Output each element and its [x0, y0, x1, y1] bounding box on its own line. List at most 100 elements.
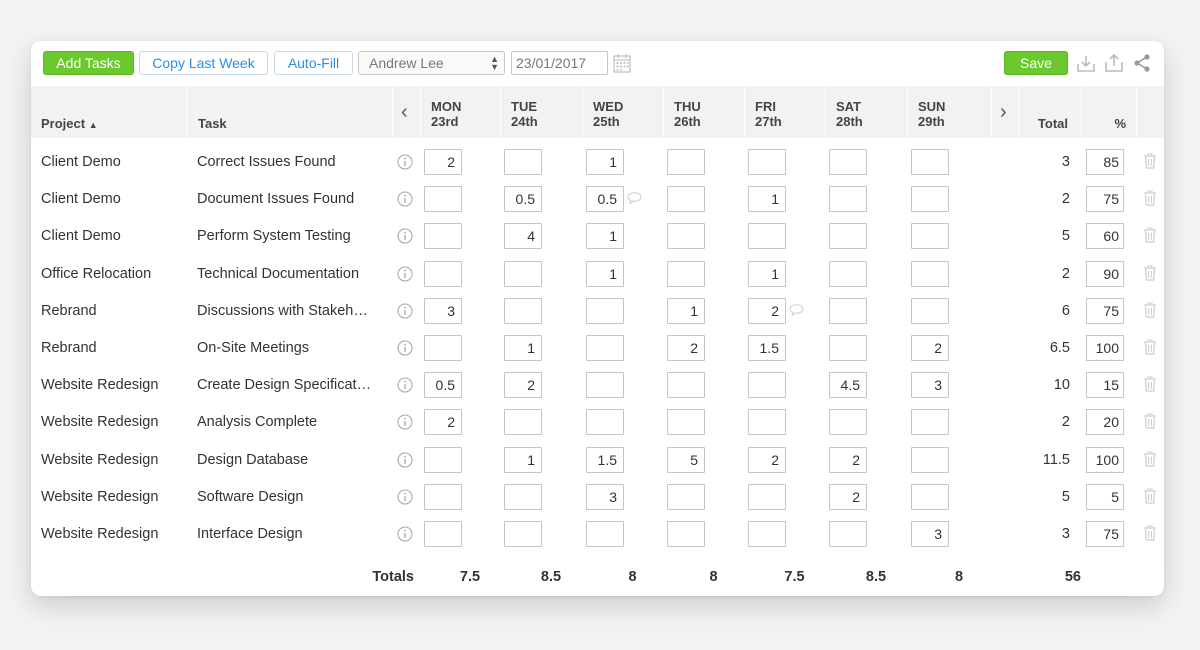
- trash-icon[interactable]: [1143, 190, 1157, 206]
- hours-input-wed[interactable]: [586, 335, 624, 361]
- hours-input-thu[interactable]: [667, 260, 705, 287]
- percent-complete-input[interactable]: 75: [1086, 186, 1124, 213]
- hours-input-sat[interactable]: 4.5: [829, 372, 867, 399]
- add-tasks-button[interactable]: Add Tasks: [43, 51, 134, 75]
- hours-input-sun[interactable]: [911, 446, 949, 473]
- info-icon[interactable]: [397, 414, 413, 430]
- hours-input-mon[interactable]: [424, 260, 462, 287]
- hours-input-wed[interactable]: [586, 409, 624, 436]
- trash-icon[interactable]: [1143, 451, 1157, 467]
- percent-complete-input[interactable]: 15: [1086, 372, 1124, 399]
- hours-input-tue[interactable]: [504, 483, 542, 510]
- hours-input-fri[interactable]: 2: [748, 297, 786, 324]
- info-icon[interactable]: [397, 489, 413, 505]
- hours-input-sat[interactable]: 2: [829, 446, 867, 473]
- hours-input-fri[interactable]: [748, 372, 786, 399]
- hours-input-thu[interactable]: [667, 186, 705, 213]
- hours-input-sat[interactable]: [829, 149, 867, 175]
- percent-complete-input[interactable]: 100: [1086, 335, 1124, 361]
- hours-input-mon[interactable]: 2: [424, 409, 462, 436]
- hours-input-sun[interactable]: [911, 149, 949, 175]
- hours-input-mon[interactable]: [424, 521, 462, 547]
- hours-input-tue[interactable]: 2: [504, 372, 542, 399]
- info-icon[interactable]: [397, 303, 413, 319]
- hours-input-thu[interactable]: [667, 521, 705, 547]
- hours-input-fri[interactable]: 1.5: [748, 335, 786, 361]
- hours-input-sat[interactable]: [829, 297, 867, 324]
- info-icon[interactable]: [397, 154, 413, 170]
- hours-input-wed[interactable]: 1: [586, 260, 624, 287]
- hours-input-thu[interactable]: [667, 483, 705, 510]
- hours-input-mon[interactable]: [424, 446, 462, 473]
- hours-input-wed[interactable]: [586, 521, 624, 547]
- trash-icon[interactable]: [1143, 302, 1157, 318]
- hours-input-fri[interactable]: [748, 149, 786, 175]
- hours-input-sun[interactable]: 2: [911, 335, 949, 361]
- info-icon[interactable]: [397, 191, 413, 207]
- share-icon[interactable]: [1132, 53, 1152, 73]
- hours-input-thu[interactable]: [667, 372, 705, 399]
- hours-input-mon[interactable]: [424, 335, 462, 361]
- hours-input-thu[interactable]: [667, 149, 705, 175]
- info-icon[interactable]: [397, 266, 413, 282]
- hours-input-sun[interactable]: [911, 483, 949, 510]
- employee-select[interactable]: Andrew Lee ▲ ▼: [358, 51, 505, 75]
- hours-input-fri[interactable]: [748, 409, 786, 436]
- hours-input-sun[interactable]: [911, 297, 949, 324]
- hours-input-sat[interactable]: [829, 223, 867, 250]
- hours-input-tue[interactable]: [504, 409, 542, 436]
- hours-input-sat[interactable]: [829, 335, 867, 361]
- hours-input-tue[interactable]: 0.5: [504, 186, 542, 213]
- hours-input-sun[interactable]: [911, 409, 949, 436]
- trash-icon[interactable]: [1143, 153, 1157, 169]
- percent-complete-input[interactable]: 100: [1086, 446, 1124, 473]
- hours-input-tue[interactable]: 1: [504, 335, 542, 361]
- percent-complete-input[interactable]: 5: [1086, 483, 1124, 510]
- hours-input-fri[interactable]: 1: [748, 186, 786, 213]
- hours-input-wed[interactable]: [586, 297, 624, 324]
- hours-input-tue[interactable]: [504, 521, 542, 547]
- percent-complete-input[interactable]: 75: [1086, 521, 1124, 547]
- trash-icon[interactable]: [1143, 525, 1157, 541]
- info-icon[interactable]: [397, 377, 413, 393]
- hours-input-tue[interactable]: [504, 149, 542, 175]
- hours-input-fri[interactable]: 2: [748, 446, 786, 473]
- hours-input-mon[interactable]: [424, 483, 462, 510]
- hours-input-thu[interactable]: [667, 409, 705, 436]
- auto-fill-button[interactable]: Auto-Fill: [274, 51, 353, 75]
- trash-icon[interactable]: [1143, 227, 1157, 243]
- info-icon[interactable]: [397, 228, 413, 244]
- prev-week-button[interactable]: ‹: [392, 86, 420, 138]
- hours-input-tue[interactable]: [504, 260, 542, 287]
- comment-icon[interactable]: [627, 192, 642, 205]
- percent-complete-input[interactable]: 85: [1086, 149, 1124, 175]
- hours-input-tue[interactable]: [504, 297, 542, 324]
- copy-last-week-button[interactable]: Copy Last Week: [139, 51, 268, 75]
- trash-icon[interactable]: [1143, 376, 1157, 392]
- upload-icon[interactable]: [1104, 53, 1124, 73]
- hours-input-thu[interactable]: 2: [667, 335, 705, 361]
- hours-input-fri[interactable]: [748, 521, 786, 547]
- comment-icon[interactable]: [789, 303, 804, 316]
- percent-complete-input[interactable]: 60: [1086, 223, 1124, 250]
- hours-input-sat[interactable]: [829, 521, 867, 547]
- hours-input-wed[interactable]: 1: [586, 223, 624, 250]
- trash-icon[interactable]: [1143, 488, 1157, 504]
- info-icon[interactable]: [397, 340, 413, 356]
- week-date-input[interactable]: 23/01/2017: [511, 51, 608, 75]
- hours-input-wed[interactable]: 1: [586, 149, 624, 175]
- project-column-header[interactable]: Project ▲: [31, 86, 186, 138]
- calendar-icon[interactable]: [613, 53, 631, 73]
- hours-input-sun[interactable]: [911, 186, 949, 213]
- hours-input-mon[interactable]: 0.5: [424, 372, 462, 399]
- hours-input-wed[interactable]: 3: [586, 483, 624, 510]
- hours-input-tue[interactable]: 1: [504, 446, 542, 473]
- hours-input-wed[interactable]: 1.5: [586, 446, 624, 473]
- download-icon[interactable]: [1076, 53, 1096, 73]
- hours-input-thu[interactable]: [667, 223, 705, 250]
- hours-input-wed[interactable]: 0.5: [586, 186, 624, 213]
- hours-input-mon[interactable]: [424, 223, 462, 250]
- trash-icon[interactable]: [1143, 339, 1157, 355]
- hours-input-sat[interactable]: [829, 186, 867, 213]
- hours-input-sat[interactable]: [829, 409, 867, 436]
